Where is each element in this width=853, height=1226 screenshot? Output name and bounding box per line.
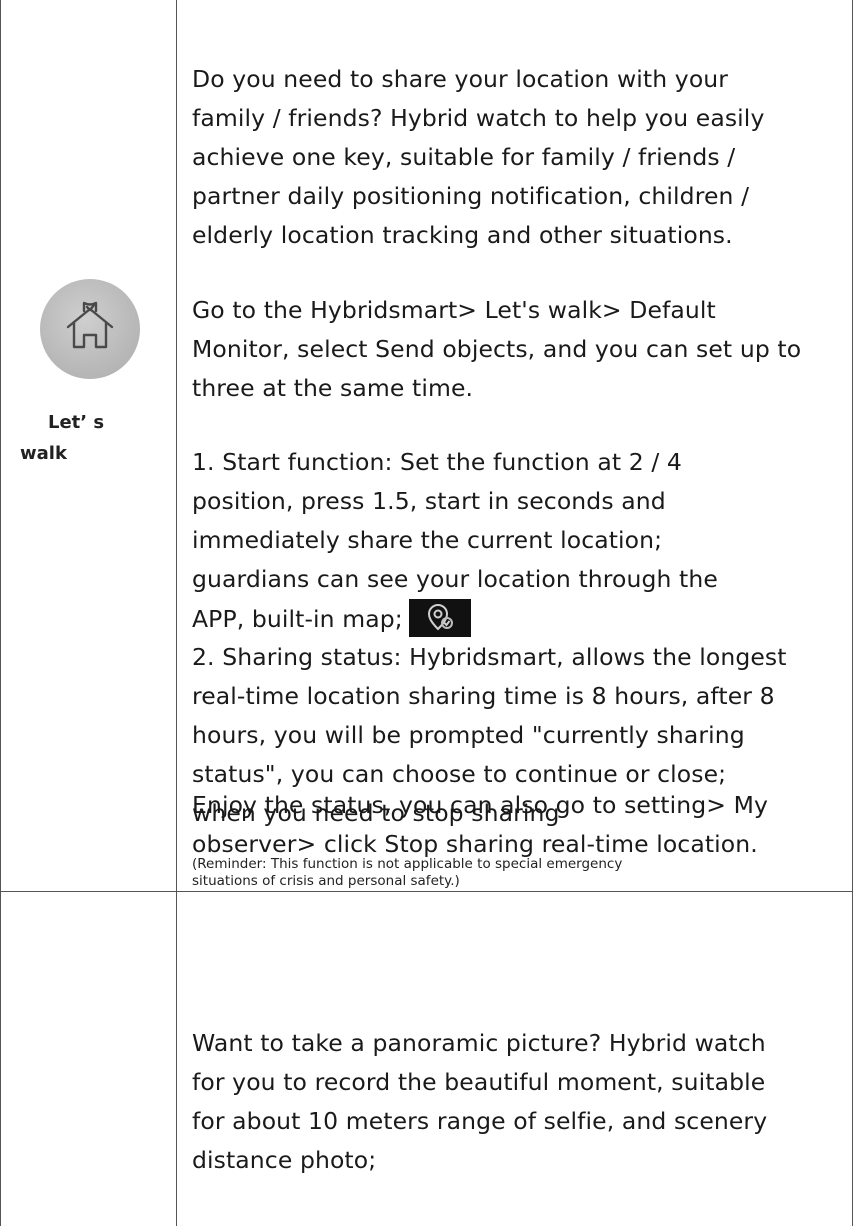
table-column-divider bbox=[176, 0, 177, 1226]
row1-step2-line1: 2. Sharing status: Hybridsmart, allows t… bbox=[192, 643, 787, 671]
row1-para2-line1: Go to the Hybridsmart> Let's walk> Defau… bbox=[192, 296, 716, 324]
row2-para1-line4: distance photo; bbox=[192, 1146, 377, 1174]
reminder-line2: situations of crisis and personal safety… bbox=[192, 873, 460, 889]
row2-para1-line1: Want to take a panoramic picture? Hybrid… bbox=[192, 1029, 766, 1057]
row2-para1-line3: for about 10 meters range of selfie, and… bbox=[192, 1107, 768, 1135]
row1-step1-line1: 1. Start function: Set the function at 2… bbox=[192, 448, 682, 476]
row1-step1-line5: APP, built-in map; bbox=[192, 605, 403, 633]
row1-para1-line4: partner daily positioning notification, … bbox=[192, 182, 750, 210]
feature-label-line2: walk bbox=[20, 443, 67, 464]
row1-step1-line4: guardians can see your location through … bbox=[192, 565, 718, 593]
table-left-border bbox=[0, 0, 1, 1226]
row1-step1-line5-wrap: APP, built-in map; bbox=[192, 599, 852, 639]
row1-para2-line3: three at the same time. bbox=[192, 374, 474, 402]
row1-step2-line2: real-time location sharing time is 8 hou… bbox=[192, 682, 775, 710]
row1-para1-line5: elderly location tracking and other situ… bbox=[192, 221, 733, 249]
row1-para1-line3: achieve one key, suitable for family / f… bbox=[192, 143, 736, 171]
row1-step2-line3: hours, you will be prompted "currently s… bbox=[192, 721, 745, 749]
row1-para1-line1: Do you need to share your location with … bbox=[192, 65, 729, 93]
row1-step1-line2: position, press 1.5, start in seconds an… bbox=[192, 487, 666, 515]
row-divider bbox=[0, 891, 853, 892]
reminder-line1: (Reminder: This function is not applicab… bbox=[192, 856, 623, 872]
feature-label-line1: Let’ s bbox=[48, 412, 105, 433]
location-pin-icon bbox=[408, 599, 471, 637]
enjoy-line-a: Enjoy the status, you can also go to set… bbox=[192, 791, 769, 819]
row2-para1-line2: for you to record the beautiful moment, … bbox=[192, 1068, 766, 1096]
feature-icon-circle bbox=[40, 279, 140, 379]
row1-step1-line3: immediately share the current location; bbox=[192, 526, 663, 554]
home-shield-icon bbox=[66, 301, 114, 349]
row1-para1-line2: family / friends? Hybrid watch to help y… bbox=[192, 104, 765, 132]
row1-para2-line2: Monitor, select Send objects, and you ca… bbox=[192, 335, 802, 363]
